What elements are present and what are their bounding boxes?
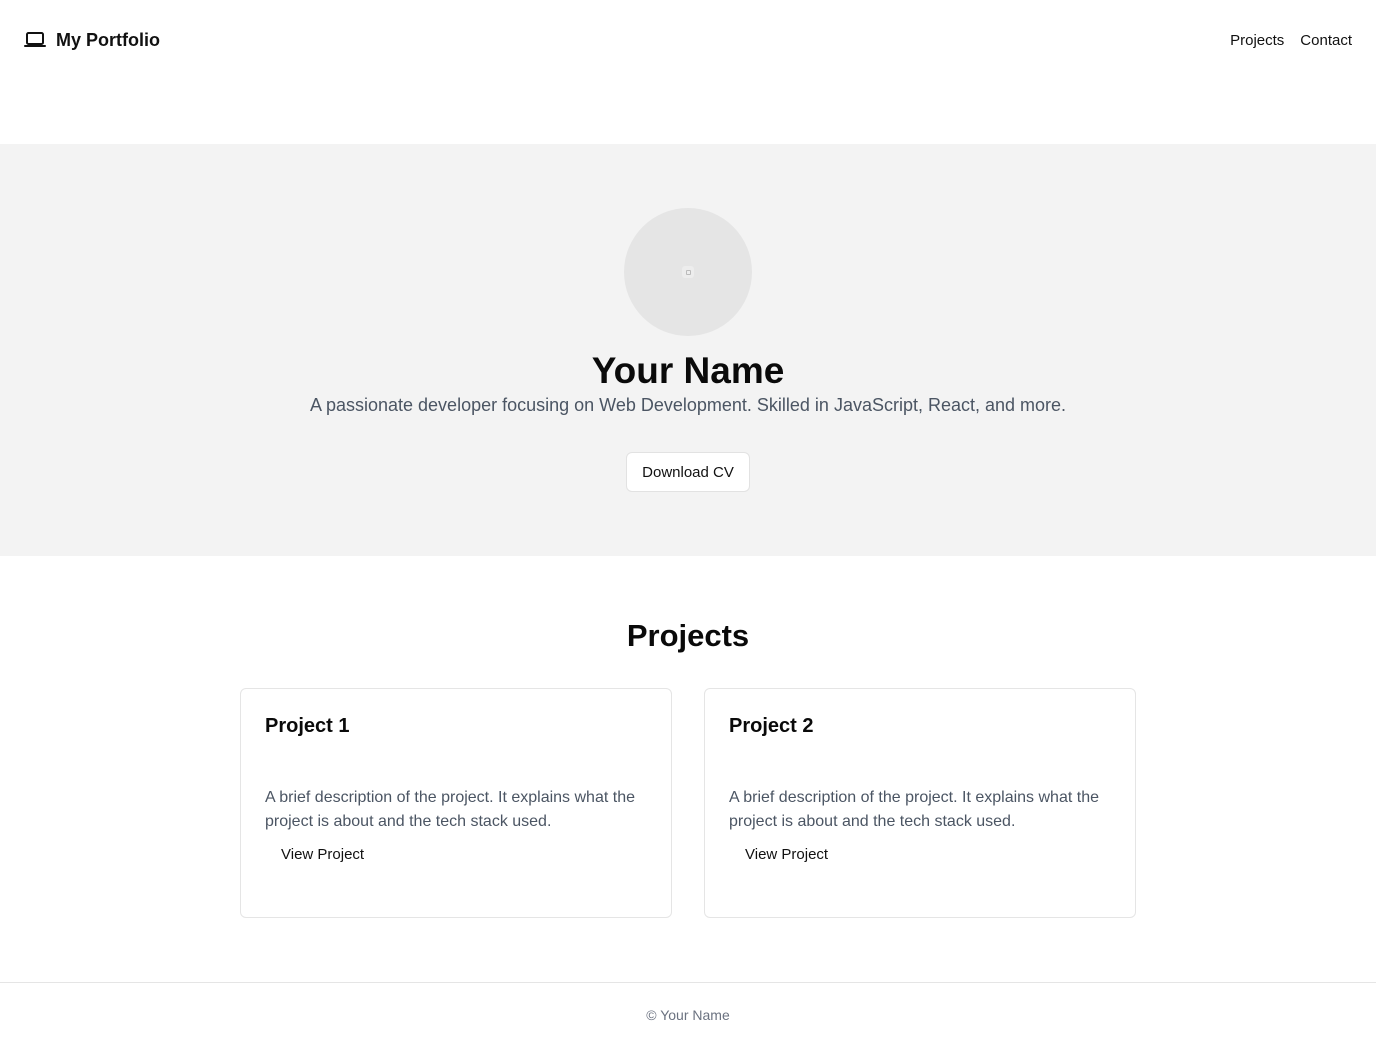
site-footer: © Your Name [0,982,1376,1046]
hero-name: Your Name [591,350,785,391]
project-card: Project 1 A brief description of the pro… [240,688,672,918]
project-description: A brief description of the project. It e… [729,789,1099,830]
copyright-text: © Your Name [646,1007,730,1023]
project-title: Project 1 [265,715,350,737]
project-card: Project 2 A brief description of the pro… [704,688,1136,918]
avatar [624,208,752,336]
nav-link-projects[interactable]: Projects [1230,32,1284,49]
brand-link[interactable]: My Portfolio [24,30,160,51]
view-project-link[interactable]: View Project [745,846,828,863]
project-description: A brief description of the project. It e… [265,789,635,830]
projects-heading: Projects [626,618,750,653]
main-nav: Projects Contact [1230,32,1352,49]
view-project-link[interactable]: View Project [281,846,364,863]
site-header: My Portfolio Projects Contact [0,0,1376,80]
image-placeholder-icon [682,266,694,278]
nav-link-contact[interactable]: Contact [1300,32,1352,49]
hero-tagline: A passionate developer focusing on Web D… [309,395,1067,415]
laptop-icon [24,30,46,50]
hero-section: Your Name A passionate developer focusin… [0,144,1376,556]
project-title: Project 2 [729,715,814,737]
brand-title: My Portfolio [56,29,160,50]
project-list: Project 1 A brief description of the pro… [240,688,1136,918]
download-cv-button[interactable]: Download CV [626,452,750,492]
